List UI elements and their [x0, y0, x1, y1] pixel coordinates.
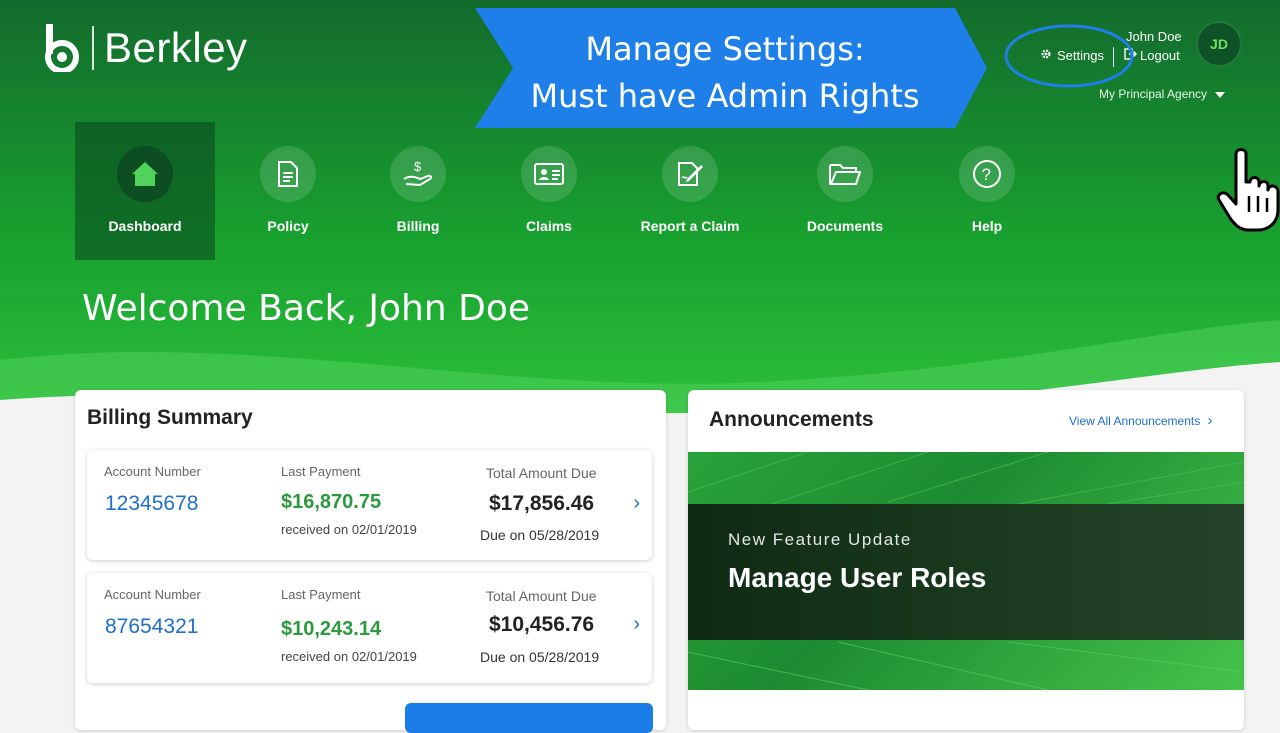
svg-text:$: $	[414, 159, 422, 174]
nav-label: Billing	[396, 218, 440, 234]
last-payment-amount: $16,870.75	[281, 491, 382, 513]
nav-report-claim[interactable]: Report a Claim	[640, 122, 740, 260]
nav-documents[interactable]: Documents	[805, 122, 885, 260]
folder-icon	[817, 146, 873, 202]
announcements-card: Announcements View All Announcements › N…	[688, 390, 1244, 730]
billing-summary-title: Billing Summary	[87, 406, 253, 429]
edit-document-icon	[662, 146, 718, 202]
billing-row[interactable]: Account Number 87654321 Last Payment $10…	[87, 573, 652, 683]
feature-title: Manage User Roles	[728, 562, 987, 593]
nav-billing[interactable]: $ Billing	[378, 122, 458, 260]
due-date: Due on 05/28/2019	[480, 527, 600, 543]
nav-label: Report a Claim	[640, 218, 740, 234]
id-card-icon	[521, 146, 577, 202]
due-date: Due on 05/28/2019	[480, 649, 600, 665]
last-payment-label: Last Payment	[281, 587, 361, 602]
callout-text: Manage Settings: Must have Admin Rights	[520, 26, 930, 120]
nav-label: Policy	[267, 218, 309, 234]
account-number-label: Account Number	[104, 464, 201, 479]
billing-row[interactable]: Account Number 12345678 Last Payment $16…	[87, 450, 652, 560]
callout-line-2: Must have Admin Rights	[530, 77, 920, 115]
nav-dashboard[interactable]: Dashboard	[75, 122, 215, 260]
nav-label: Dashboard	[108, 218, 182, 234]
received-date: received on 02/01/2019	[281, 649, 417, 664]
callout-line-1: Manage Settings:	[585, 30, 865, 68]
feature-subtitle: New Feature Update	[728, 530, 912, 549]
total-due-amount: $10,456.76	[489, 613, 595, 636]
caret-down-icon	[1215, 87, 1226, 101]
svg-text:?: ?	[982, 165, 991, 184]
logout-label: Logout	[1140, 48, 1180, 63]
highlight-circle	[1004, 24, 1134, 88]
chevron-right-icon[interactable]: ›	[633, 613, 640, 636]
total-due-label: Total Amount Due	[486, 588, 597, 604]
received-date: received on 02/01/2019	[281, 522, 417, 537]
billing-action-button[interactable]	[405, 703, 653, 733]
account-number[interactable]: 87654321	[105, 615, 198, 639]
total-due-label: Total Amount Due	[486, 465, 597, 481]
total-due-amount: $17,856.46	[489, 492, 595, 515]
view-all-label: View All Announcements	[1069, 414, 1201, 428]
view-all-announcements-link[interactable]: View All Announcements ›	[1069, 412, 1213, 429]
dollar-hand-icon: $	[390, 146, 446, 202]
logo-divider	[92, 26, 94, 70]
document-icon	[260, 146, 316, 202]
announcement-feature-banner[interactable]: New Feature Update Manage User Roles	[688, 452, 1244, 690]
nav-policy[interactable]: Policy	[248, 122, 328, 260]
brand-name: Berkley	[104, 24, 248, 71]
nav-help[interactable]: ? Help	[947, 122, 1027, 260]
welcome-heading: Welcome Back, John Doe	[82, 288, 531, 329]
announcements-title: Announcements	[709, 408, 874, 431]
nav-label: Documents	[806, 218, 884, 234]
nav-label: Claims	[526, 218, 572, 234]
avatar[interactable]: JD	[1196, 21, 1242, 67]
billing-summary-card: Billing Summary Account Number 12345678 …	[75, 390, 666, 730]
account-number[interactable]: 12345678	[105, 492, 198, 516]
chevron-right-icon[interactable]: ›	[633, 492, 640, 515]
help-icon: ?	[959, 146, 1015, 202]
last-payment-amount: $10,243.14	[281, 618, 382, 640]
home-icon	[117, 146, 173, 202]
last-payment-label: Last Payment	[281, 464, 361, 479]
brand-logo[interactable]: Berkley	[44, 24, 248, 74]
nav-label: Help	[971, 218, 1003, 234]
chevron-right-icon: ›	[1207, 412, 1213, 429]
nav-claims[interactable]: Claims	[509, 122, 589, 260]
account-number-label: Account Number	[104, 587, 201, 602]
hand-pointer-icon	[1216, 148, 1280, 232]
berkley-logo-icon	[44, 24, 80, 74]
